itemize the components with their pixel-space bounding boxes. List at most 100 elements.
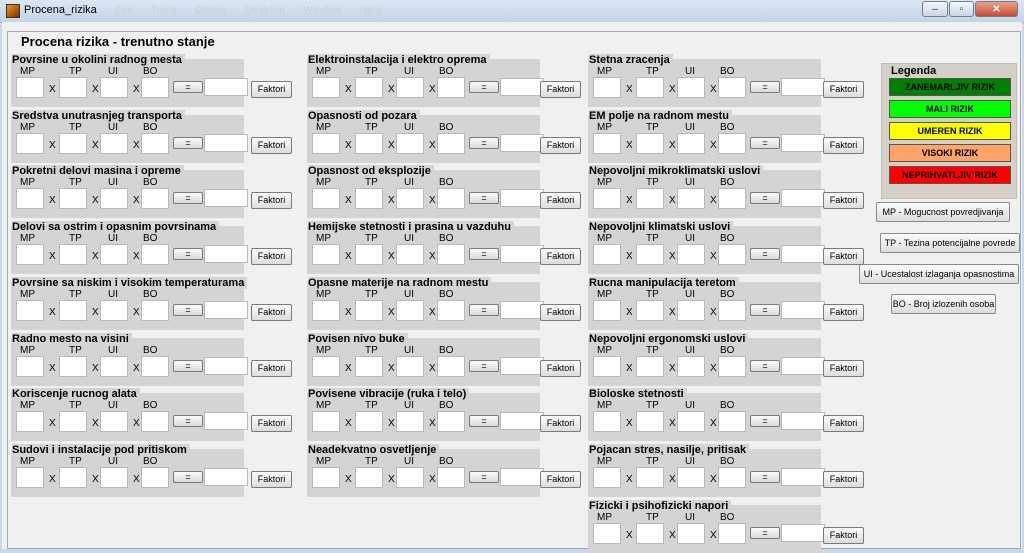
menu-item[interactable]: Tools <box>151 5 177 16</box>
bo-input[interactable] <box>718 356 746 377</box>
tp-input[interactable] <box>355 244 383 265</box>
result-field[interactable] <box>204 357 248 375</box>
result-field[interactable] <box>500 78 544 96</box>
bo-input[interactable] <box>141 188 169 209</box>
bo-input[interactable] <box>141 77 169 98</box>
tp-input[interactable] <box>59 300 87 321</box>
calculate-button[interactable]: = <box>173 415 203 427</box>
info-button[interactable]: UI - Ucestalost izlaganja opasnostima <box>859 264 1019 284</box>
tp-input[interactable] <box>636 356 664 377</box>
bo-input[interactable] <box>718 77 746 98</box>
faktori-button[interactable]: Faktori <box>251 304 292 321</box>
bo-input[interactable] <box>718 133 746 154</box>
bo-input[interactable] <box>437 300 465 321</box>
bo-input[interactable] <box>437 467 465 488</box>
info-button[interactable]: BO - Broj izlozenih osoba <box>891 294 996 314</box>
ui-input[interactable] <box>396 467 424 488</box>
bo-input[interactable] <box>437 133 465 154</box>
mp-input[interactable] <box>593 300 621 321</box>
bo-input[interactable] <box>718 411 746 432</box>
faktori-button[interactable]: Faktori <box>823 248 864 265</box>
mp-input[interactable] <box>16 300 44 321</box>
mp-input[interactable] <box>312 300 340 321</box>
mp-input[interactable] <box>593 356 621 377</box>
result-field[interactable] <box>781 301 825 319</box>
menu-item[interactable]: Debug <box>195 5 227 16</box>
calculate-button[interactable]: = <box>750 304 780 316</box>
tp-input[interactable] <box>636 133 664 154</box>
tp-input[interactable] <box>636 411 664 432</box>
faktori-button[interactable]: Faktori <box>540 415 581 432</box>
mp-input[interactable] <box>16 467 44 488</box>
bo-input[interactable] <box>437 244 465 265</box>
ui-input[interactable] <box>677 523 705 544</box>
tp-input[interactable] <box>355 77 383 98</box>
ui-input[interactable] <box>100 300 128 321</box>
bo-input[interactable] <box>437 411 465 432</box>
mp-input[interactable] <box>312 188 340 209</box>
calculate-button[interactable]: = <box>173 471 203 483</box>
faktori-button[interactable]: Faktori <box>823 527 864 544</box>
result-field[interactable] <box>500 189 544 207</box>
mp-input[interactable] <box>312 244 340 265</box>
faktori-button[interactable]: Faktori <box>823 415 864 432</box>
bo-input[interactable] <box>718 244 746 265</box>
calculate-button[interactable]: = <box>469 248 499 260</box>
mp-input[interactable] <box>593 133 621 154</box>
bo-input[interactable] <box>718 300 746 321</box>
ui-input[interactable] <box>100 77 128 98</box>
result-field[interactable] <box>500 245 544 263</box>
result-field[interactable] <box>204 245 248 263</box>
faktori-button[interactable]: Faktori <box>823 471 864 488</box>
result-field[interactable] <box>204 78 248 96</box>
tp-input[interactable] <box>636 300 664 321</box>
bo-input[interactable] <box>141 133 169 154</box>
faktori-button[interactable]: Faktori <box>823 81 864 98</box>
calculate-button[interactable]: = <box>750 471 780 483</box>
ui-input[interactable] <box>677 356 705 377</box>
result-field[interactable] <box>500 412 544 430</box>
calculate-button[interactable]: = <box>750 137 780 149</box>
faktori-button[interactable]: Faktori <box>540 304 581 321</box>
mp-input[interactable] <box>593 411 621 432</box>
result-field[interactable] <box>500 134 544 152</box>
calculate-button[interactable]: = <box>750 415 780 427</box>
calculate-button[interactable]: = <box>750 192 780 204</box>
bo-input[interactable] <box>718 523 746 544</box>
bo-input[interactable] <box>141 300 169 321</box>
calculate-button[interactable]: = <box>469 360 499 372</box>
tp-input[interactable] <box>636 244 664 265</box>
result-field[interactable] <box>781 78 825 96</box>
ui-input[interactable] <box>396 188 424 209</box>
tp-input[interactable] <box>355 133 383 154</box>
tp-input[interactable] <box>355 356 383 377</box>
tp-input[interactable] <box>355 467 383 488</box>
faktori-button[interactable]: Faktori <box>251 360 292 377</box>
faktori-button[interactable]: Faktori <box>823 192 864 209</box>
mp-input[interactable] <box>16 356 44 377</box>
ui-input[interactable] <box>396 411 424 432</box>
ui-input[interactable] <box>677 133 705 154</box>
mp-input[interactable] <box>312 133 340 154</box>
calculate-button[interactable]: = <box>173 304 203 316</box>
result-field[interactable] <box>204 189 248 207</box>
tp-input[interactable] <box>59 77 87 98</box>
calculate-button[interactable]: = <box>469 471 499 483</box>
result-field[interactable] <box>204 134 248 152</box>
ui-input[interactable] <box>396 77 424 98</box>
mp-input[interactable] <box>16 411 44 432</box>
ui-input[interactable] <box>396 356 424 377</box>
tp-input[interactable] <box>59 467 87 488</box>
menu-item[interactable]: Help <box>360 5 383 16</box>
faktori-button[interactable]: Faktori <box>823 360 864 377</box>
tp-input[interactable] <box>355 188 383 209</box>
result-field[interactable] <box>781 468 825 486</box>
faktori-button[interactable]: Faktori <box>251 471 292 488</box>
calculate-button[interactable]: = <box>469 81 499 93</box>
mp-input[interactable] <box>16 188 44 209</box>
result-field[interactable] <box>204 412 248 430</box>
result-field[interactable] <box>781 357 825 375</box>
ui-input[interactable] <box>100 467 128 488</box>
tp-input[interactable] <box>636 188 664 209</box>
result-field[interactable] <box>781 134 825 152</box>
